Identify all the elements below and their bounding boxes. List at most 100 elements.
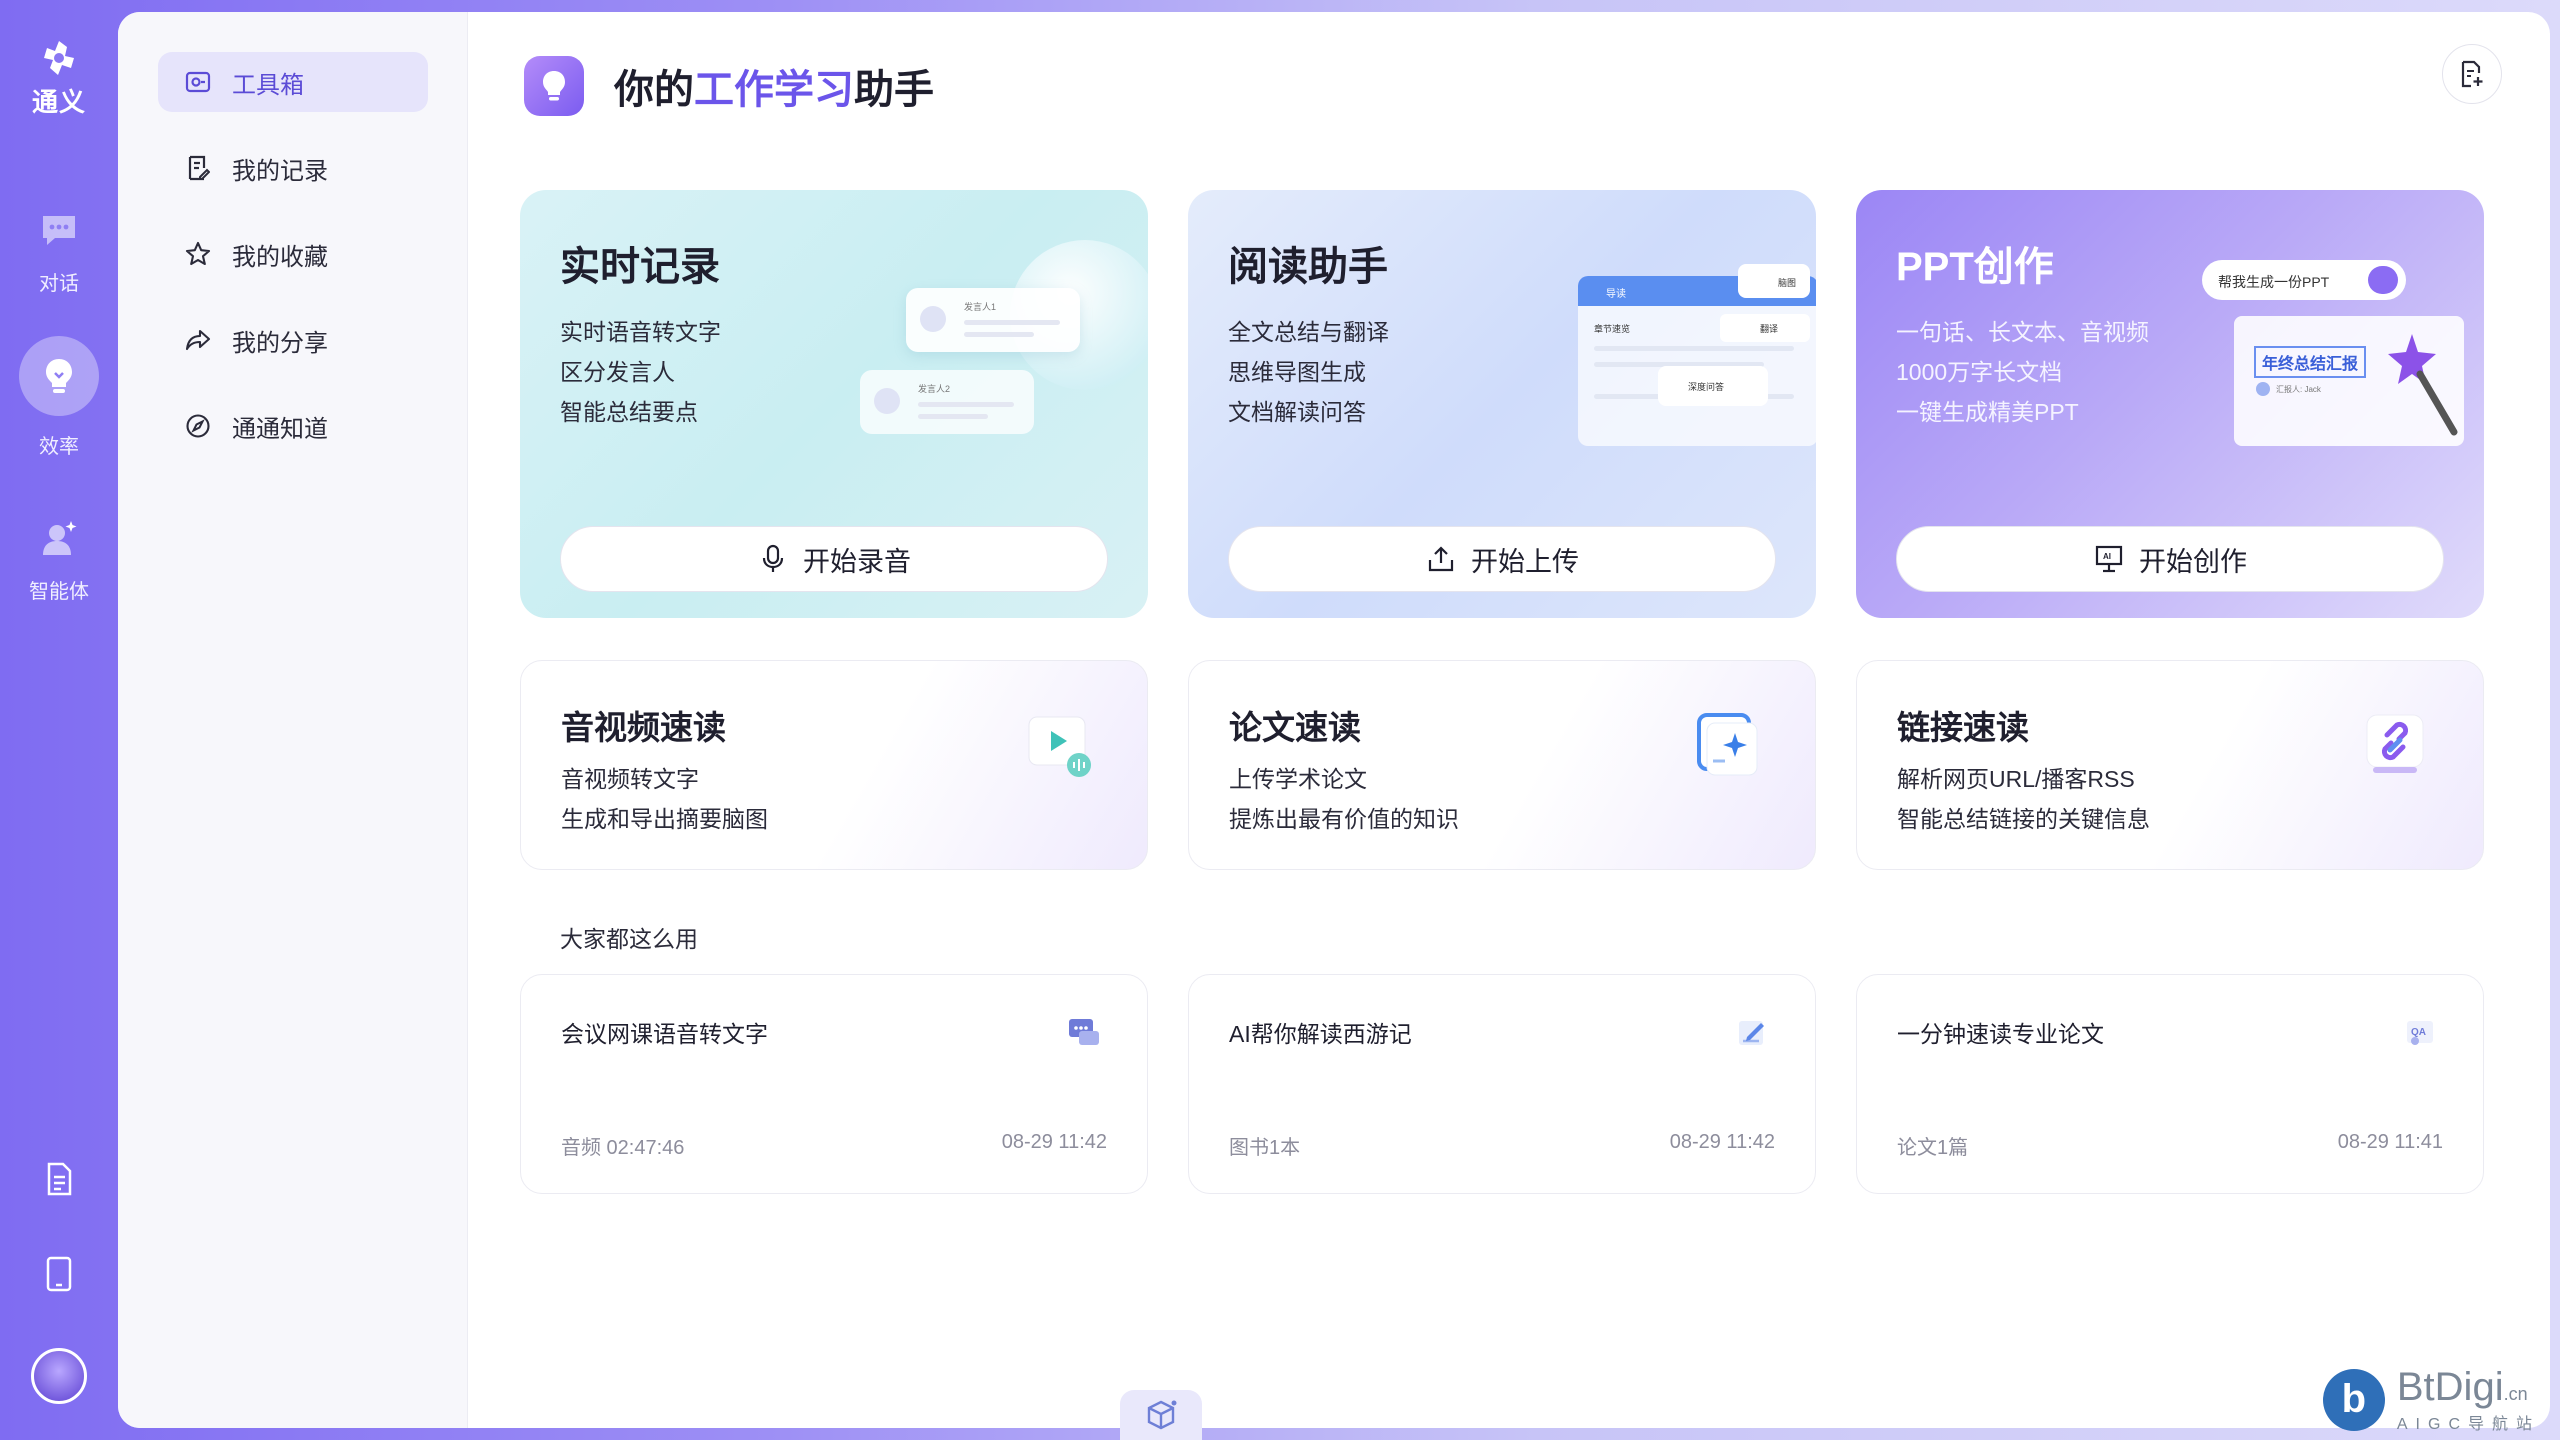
sidebar-item-tongtong[interactable]: 通通知道 [158, 396, 428, 456]
watermark: b BtDigi.cn AIGC导航站 [2322, 1365, 2540, 1434]
rail-item-agent[interactable]: 智能体 [29, 517, 89, 604]
tablet-icon [46, 1256, 72, 1292]
sidebar: 工具箱 我的记录 我的收藏 我的分享 通通知道 [118, 12, 468, 1428]
feature-card-realtime[interactable]: 实时记录 实时语音转文字 区分发言人 智能总结要点 发言人1 发言人2 开始录音 [520, 190, 1148, 618]
document-add-icon [2461, 60, 2483, 88]
sidebar-item-label: 通通知道 [232, 415, 328, 443]
feature-description: 一句话、长文本、音视频 1000万字长文档 一键生成精美PPT [1896, 319, 2149, 425]
svg-text:QA: QA [2411, 1027, 2426, 1038]
feature-title: 阅读助手 [1228, 245, 1388, 289]
example-meta: 图书1本 [1229, 1137, 1301, 1159]
example-time: 08-29 11:41 [2337, 1131, 2443, 1153]
button-label: 开始录音 [803, 546, 911, 577]
start-recording-button[interactable]: 开始录音 [560, 526, 1108, 592]
sidebar-item-label: 我的记录 [232, 157, 328, 185]
video-play-icon [1028, 716, 1091, 777]
chat-icon [37, 209, 81, 253]
document-icon [47, 1162, 72, 1196]
sidebar-item-label: 工具箱 [232, 71, 304, 99]
content-area: 你的工作学习助手 实时记录 实时语音转文字 区分发言人 智能总结要点 发言人1 [468, 12, 2550, 1428]
page-title: 你的工作学习助手 [614, 68, 934, 112]
app-rail: 通义 对话 效率 智能体 [0, 0, 118, 1440]
share-icon [184, 326, 212, 354]
cube-icon [1147, 1400, 1177, 1430]
quick-card-description: 解析网页URL/播客RSS 智能总结链接的关键信息 [1897, 766, 2150, 832]
link-icon [2366, 714, 2424, 773]
sidebar-item-label: 我的收藏 [232, 243, 328, 271]
start-create-button[interactable]: AI 开始创作 [1896, 526, 2444, 592]
quick-card-av-reading[interactable]: 音视频速读 音视频转文字 生成和导出摘要脑图 [520, 660, 1148, 870]
sidebar-item-favorites[interactable]: 我的收藏 [158, 224, 428, 284]
rail-label-agent: 智能体 [29, 581, 89, 603]
feature-card-ppt[interactable]: PPT创作 一句话、长文本、音视频 1000万字长文档 一键生成精美PPT 帮我… [1856, 190, 2484, 618]
example-title: 会议网课语音转文字 [561, 1021, 768, 1047]
section-label-popular: 大家都这么用 [560, 926, 698, 952]
watermark-domain: .cn [2503, 1384, 2528, 1404]
lightbulb-icon [19, 336, 99, 416]
watermark-subtitle: AIGC导航站 [2396, 1416, 2540, 1433]
watermark-name: BtDigi [2396, 1365, 2504, 1409]
record-icon [184, 154, 212, 182]
app-logo[interactable]: 通义 [32, 38, 86, 119]
example-title: AI帮你解读西游记 [1229, 1021, 1412, 1047]
microphone-icon [757, 543, 789, 575]
quick-card-description: 音视频转文字 生成和导出摘要脑图 [561, 766, 768, 832]
feature-title: 实时记录 [560, 245, 720, 289]
reading-illustration: 导读 章节速览 翻译 深度问答 脑图 [1578, 264, 1816, 456]
ppt-illustration: 帮我生成一份PPT 年终总结汇报 汇报人: Jack [2202, 260, 2472, 460]
page-header: 你的工作学习助手 [524, 56, 934, 116]
example-card[interactable]: 会议网课语音转文字 音频 02:47:46 08-29 11:42 [520, 974, 1148, 1194]
notes-button[interactable] [2442, 44, 2502, 104]
example-meta: 论文1篇 [1897, 1137, 1969, 1159]
feature-description: 全文总结与翻译 思维导图生成 文档解读问答 [1228, 319, 1389, 425]
compass-icon [184, 412, 212, 440]
example-meta: 音频 02:47:46 [561, 1137, 685, 1159]
rail-avatar-button[interactable] [0, 1348, 118, 1404]
qa-document-icon: QA [2407, 1021, 2433, 1045]
chat-bubble-icon [1069, 1019, 1099, 1045]
paper-sparkle-icon [1697, 713, 1758, 776]
rail-document-button[interactable] [0, 1162, 118, 1196]
example-time: 08-29 11:42 [1001, 1131, 1107, 1153]
bottom-toolbar-toggle[interactable] [1120, 1390, 1202, 1440]
app-logo-text: 通义 [31, 87, 86, 117]
rail-device-button[interactable] [0, 1256, 118, 1292]
toolbox-icon [184, 68, 212, 96]
edit-note-icon [1739, 1021, 1764, 1045]
example-time: 08-29 11:42 [1669, 1131, 1775, 1153]
rail-item-chat[interactable]: 对话 [37, 209, 81, 296]
upload-icon [1425, 543, 1457, 575]
sidebar-item-label: 我的分享 [232, 329, 328, 357]
realtime-illustration: 发言人1 发言人2 [860, 230, 1148, 434]
main-panel: 工具箱 我的记录 我的收藏 我的分享 通通知道 你的工作学习助手 实时记录 实时… [118, 12, 2550, 1428]
agent-icon [37, 517, 81, 561]
example-card[interactable]: 一分钟速读专业论文 QA 论文1篇 08-29 11:41 [1856, 974, 2484, 1194]
quick-card-title: 音视频速读 [561, 709, 726, 746]
watermark-logo: b [2322, 1368, 2385, 1431]
quick-card-title: 论文速读 [1229, 709, 1361, 746]
example-card[interactable]: AI帮你解读西游记 图书1本 08-29 11:42 [1188, 974, 1816, 1194]
example-title: 一分钟速读专业论文 [1897, 1021, 2104, 1047]
feature-description: 实时语音转文字 区分发言人 智能总结要点 [560, 319, 721, 425]
svg-text:AI: AI [2103, 552, 2111, 561]
star-icon [184, 240, 212, 268]
rail-item-efficiency[interactable]: 效率 [19, 336, 99, 459]
sidebar-item-shares[interactable]: 我的分享 [158, 310, 428, 370]
button-label: 开始上传 [1471, 546, 1579, 577]
feature-title: PPT创作 [1896, 245, 2054, 289]
button-label: 开始创作 [2139, 546, 2247, 577]
tongyi-logo-icon [43, 41, 74, 75]
start-upload-button[interactable]: 开始上传 [1228, 526, 1776, 592]
avatar [31, 1348, 87, 1404]
lightbulb-icon [524, 56, 584, 116]
feature-card-reading[interactable]: 阅读助手 全文总结与翻译 思维导图生成 文档解读问答 导读 章节速览 翻译 深度… [1188, 190, 1816, 618]
quick-card-link-reading[interactable]: 链接速读 解析网页URL/播客RSS 智能总结链接的关键信息 [1856, 660, 2484, 870]
rail-label-efficiency: 效率 [39, 436, 79, 458]
presentation-icon: AI [2093, 543, 2125, 575]
quick-card-paper-reading[interactable]: 论文速读 上传学术论文 提炼出最有价值的知识 [1188, 660, 1816, 870]
rail-label-chat: 对话 [39, 273, 79, 295]
quick-card-description: 上传学术论文 提炼出最有价值的知识 [1229, 766, 1459, 832]
sidebar-item-records[interactable]: 我的记录 [158, 138, 428, 198]
quick-card-title: 链接速读 [1897, 709, 2029, 746]
sidebar-item-toolbox[interactable]: 工具箱 [158, 52, 428, 112]
